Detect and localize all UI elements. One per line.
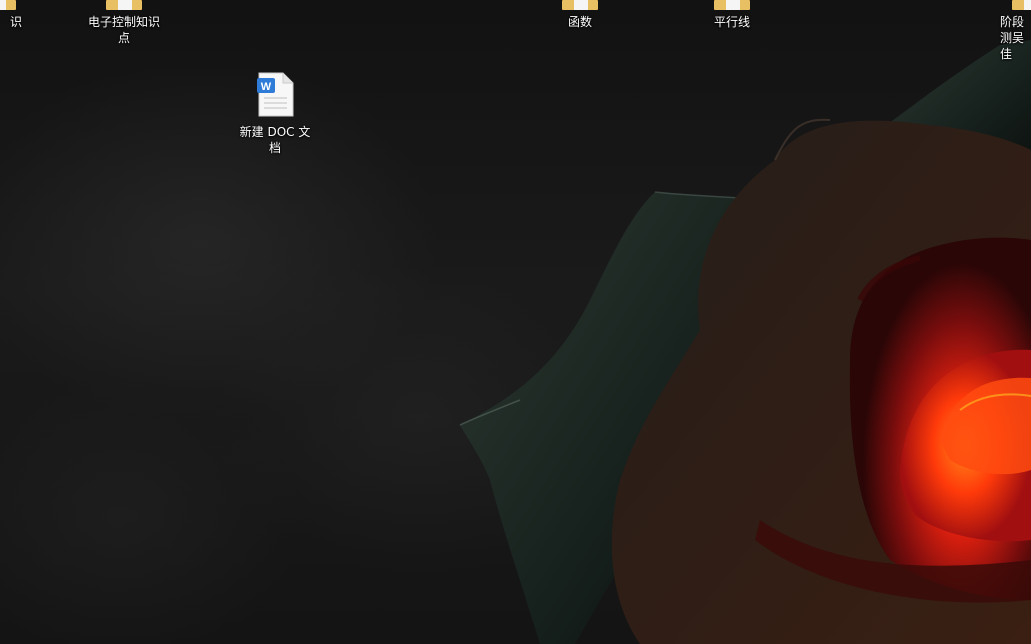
rose-wallpaper bbox=[459, 40, 1031, 644]
desktop-icon-functions-folder[interactable]: 函数 bbox=[540, 0, 620, 30]
folder-icon bbox=[106, 0, 142, 10]
desktop-icon-label: 电子控制知识点 bbox=[87, 15, 160, 45]
folder-icon bbox=[0, 0, 16, 10]
desktop-icon-parallel-lines-folder[interactable]: 平行线 bbox=[692, 0, 772, 30]
folder-icon bbox=[1012, 0, 1031, 10]
folder-icon bbox=[562, 0, 598, 10]
desktop-icon-label: 新建 DOC 文档 bbox=[239, 125, 311, 155]
desktop-icon-label: 阶段测吴佳 bbox=[1000, 15, 1025, 61]
desktop-icon-electronic-control-folder[interactable]: 电子控制知识点 bbox=[84, 0, 164, 46]
desktop-icon-stage-test-folder[interactable]: 阶段测吴佳 bbox=[996, 0, 1031, 62]
desktop-icon-label: 函数 bbox=[567, 15, 592, 29]
word-document-icon: W bbox=[257, 72, 294, 117]
desktop-icon-label: 识 bbox=[9, 15, 22, 29]
desktop-icon-label: 平行线 bbox=[713, 15, 750, 29]
folder-icon bbox=[714, 0, 750, 10]
desktop[interactable]: 识 电子控制知识点 函数 平行线 阶段测吴佳 W 新建 DOC 文档 bbox=[0, 0, 1031, 644]
desktop-icon-partial-folder[interactable]: 识 bbox=[0, 0, 40, 30]
word-badge: W bbox=[261, 81, 272, 93]
desktop-icon-new-doc[interactable]: W 新建 DOC 文档 bbox=[235, 72, 315, 156]
